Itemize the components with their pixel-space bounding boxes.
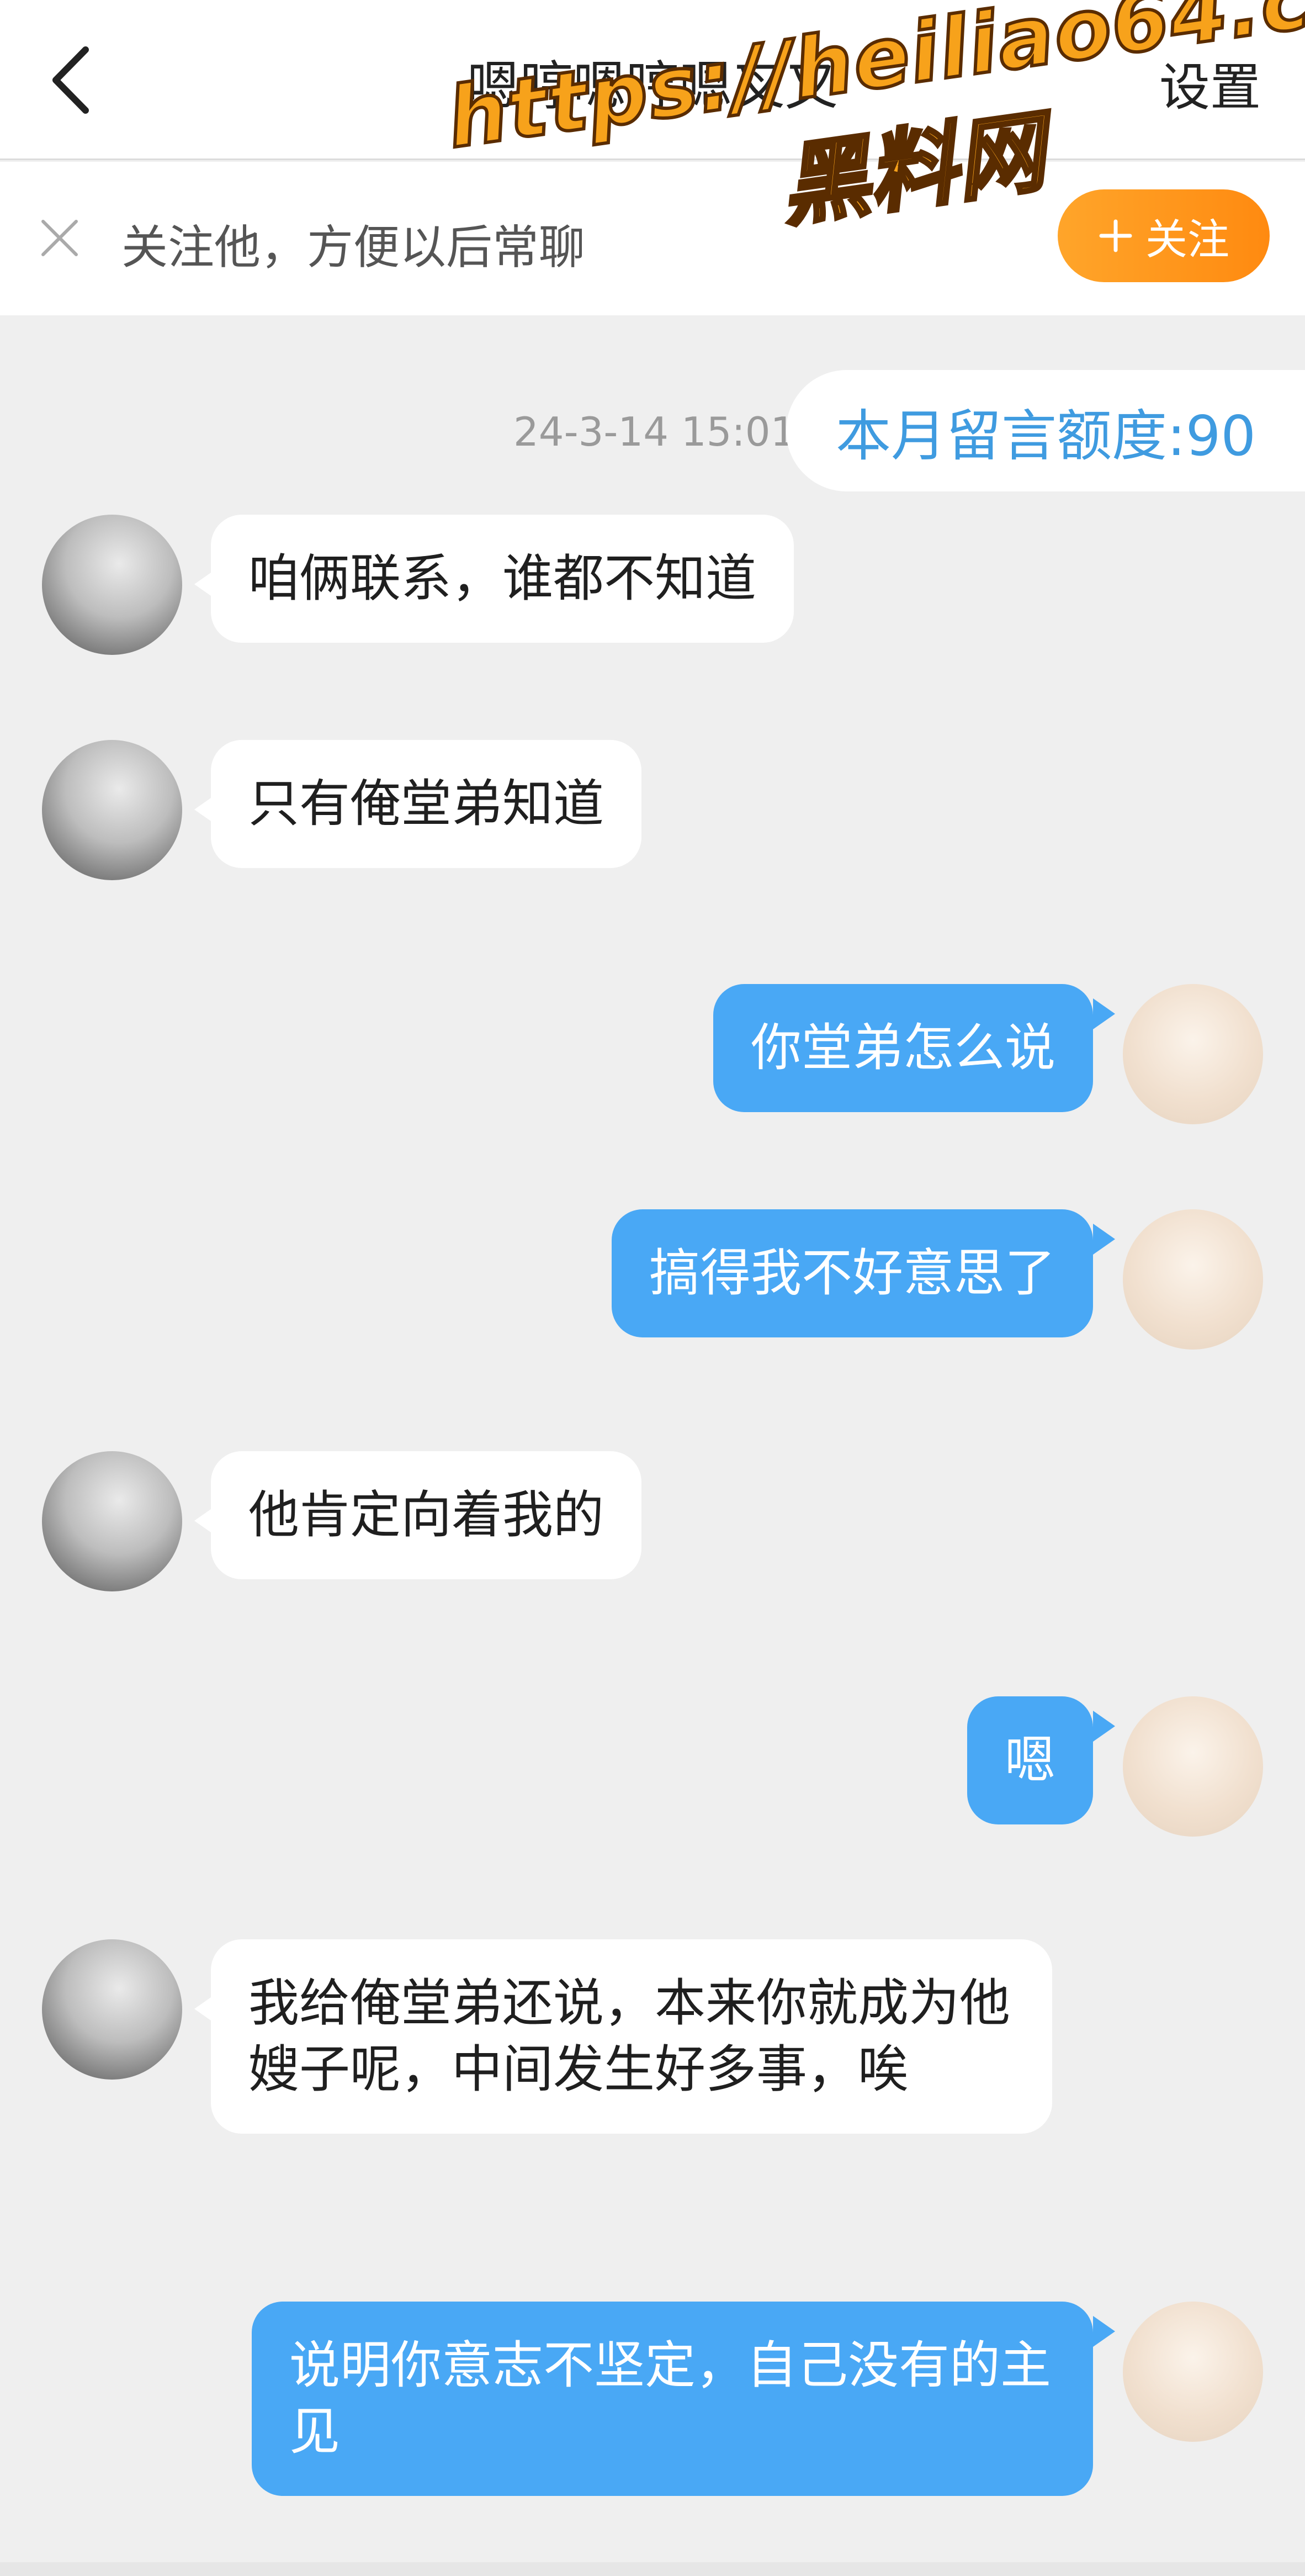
bottom-divider <box>0 2562 1305 2576</box>
outgoing-message-bubble[interactable]: 说明你意志不坚定，自己没有的主见 <box>252 2302 1093 2496</box>
bubble-tail <box>1093 1224 1115 1255</box>
bubble-tail <box>1093 2316 1115 2347</box>
message-quota-badge: 本月留言额度:90 <box>786 370 1305 491</box>
contact-avatar[interactable] <box>42 740 182 880</box>
outgoing-message-bubble[interactable]: 搞得我不好意思了 <box>611 1209 1093 1337</box>
bubble-tail <box>1093 1711 1115 1742</box>
plus-icon <box>1099 219 1132 252</box>
my-avatar[interactable] <box>1123 1209 1263 1350</box>
incoming-message-bubble[interactable]: 他肯定向着我的 <box>211 1451 642 1579</box>
settings-button[interactable]: 设置 <box>1159 46 1261 120</box>
follow-prompt-text: 关注他，方便以后常聊 <box>121 220 586 274</box>
my-avatar[interactable] <box>1123 1696 1263 1837</box>
outgoing-message-bubble[interactable]: 嗯 <box>967 1696 1093 1824</box>
my-avatar[interactable] <box>1123 2302 1263 2442</box>
contact-avatar[interactable] <box>42 1451 182 1591</box>
follow-button[interactable]: 关注 <box>1058 189 1270 282</box>
bubble-tail <box>1093 998 1115 1029</box>
message-timestamp: 24-3-14 15:01 <box>513 409 796 455</box>
top-nav-bar: 嗯哼嗯哼嗯叉叉 设置 <box>0 0 1305 160</box>
outgoing-message-bubble[interactable]: 你堂弟怎么说 <box>713 984 1093 1112</box>
incoming-message-bubble[interactable]: 只有俺堂弟知道 <box>211 740 642 868</box>
my-avatar[interactable] <box>1123 984 1263 1124</box>
follow-prompt-bar: 关注他，方便以后常聊 关注 <box>0 162 1305 315</box>
contact-avatar[interactable] <box>42 1939 182 2080</box>
incoming-message-bubble[interactable]: 咱俩联系，谁都不知道 <box>211 515 794 643</box>
follow-button-label: 关注 <box>1145 216 1229 263</box>
incoming-message-bubble[interactable]: 我给俺堂弟还说，本来你就成为他嫂子呢，中间发生好多事，唉 <box>211 1939 1052 2134</box>
close-icon[interactable] <box>38 216 82 260</box>
page-title: 嗯哼嗯哼嗯叉叉 <box>467 55 838 117</box>
contact-avatar[interactable] <box>42 515 182 655</box>
